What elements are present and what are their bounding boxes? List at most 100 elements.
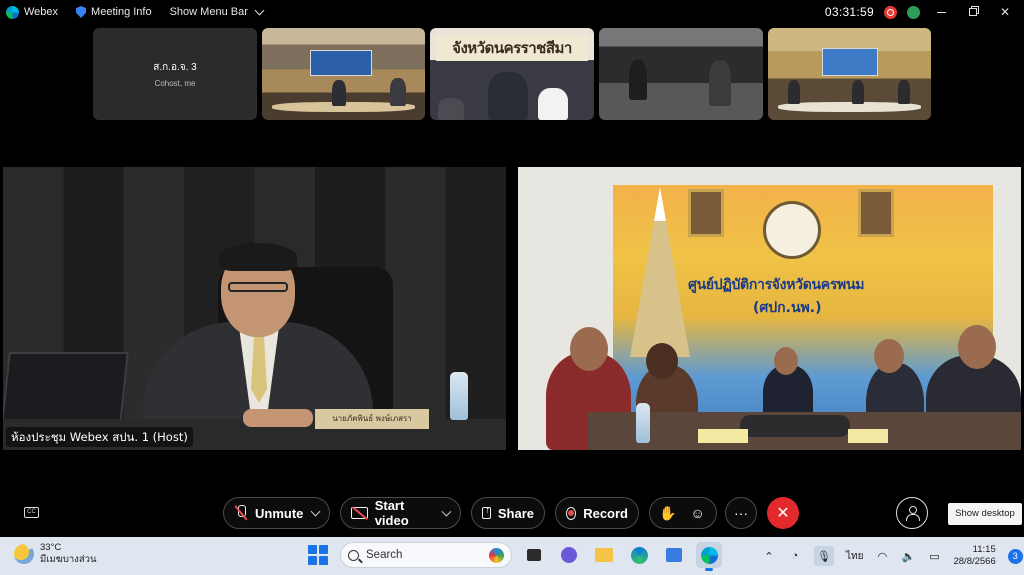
record-label: Record xyxy=(583,505,628,521)
language-indicator[interactable]: ไทย xyxy=(846,549,863,564)
webex-taskbar-button[interactable] xyxy=(696,542,722,571)
chat-icon xyxy=(561,547,577,563)
participant-head xyxy=(958,325,996,369)
chevron-up-icon[interactable]: ⌃ xyxy=(762,549,776,563)
participants-button[interactable] xyxy=(896,497,928,529)
participant-figure xyxy=(852,80,864,104)
store-icon xyxy=(666,548,682,562)
province-seal xyxy=(763,201,821,259)
laptop xyxy=(3,352,129,424)
meeting-info-button[interactable]: Meeting Info xyxy=(76,6,152,18)
title-bar: Webex Meeting Info Show Menu Bar 03:31:5… xyxy=(0,0,1024,24)
self-name: ส.ก.อ.จ. 3 xyxy=(153,62,197,73)
participant-head xyxy=(570,327,608,371)
recording-indicator-icon[interactable] xyxy=(884,5,897,19)
meeting-info-label: Meeting Info xyxy=(91,6,152,18)
operations-center-abbrev: (ศปก.นพ.) xyxy=(753,300,822,316)
folder-icon xyxy=(595,548,613,562)
chevron-down-icon[interactable] xyxy=(441,506,452,516)
start-button[interactable] xyxy=(305,542,331,568)
operations-center-title: ศูนย์ปฏิบัติการจังหวัดนครพนม xyxy=(688,277,865,293)
room-screen xyxy=(310,50,372,76)
participant-figure xyxy=(629,60,647,100)
participant-head xyxy=(646,343,678,379)
webex-icon xyxy=(700,546,718,564)
store-button[interactable] xyxy=(661,542,687,568)
minimize-icon xyxy=(936,11,946,13)
self-role: Cohost, me xyxy=(154,79,196,88)
app-name: Webex xyxy=(24,6,59,18)
remote-room-video-tile[interactable]: ศูนย์ปฏิบัติการจังหวัดนครพนม (ศปก.นพ.) xyxy=(518,167,1021,450)
microphone-in-use-icon[interactable]: 🎙 xyxy=(814,546,834,566)
chevron-down-icon[interactable] xyxy=(310,506,321,516)
raise-hand-icon[interactable]: ✋ xyxy=(659,505,676,522)
chevron-down-icon xyxy=(254,5,265,15)
close-button[interactable]: ✕ xyxy=(994,3,1016,21)
royal-portrait-left xyxy=(688,189,724,237)
start-video-label: Start video xyxy=(374,498,409,528)
reactions-group: ✋ ☺ xyxy=(649,497,717,529)
speaker-muted-icon[interactable]: 🔈 xyxy=(901,549,916,563)
taskbar-date: 28/8/2566 xyxy=(953,556,996,567)
reactions-icon[interactable]: ☺ xyxy=(690,505,704,521)
participant-thumbnail-4[interactable] xyxy=(768,28,931,120)
participant-thumbnail-3[interactable] xyxy=(599,28,763,120)
notification-badge[interactable]: 3 xyxy=(1007,548,1023,564)
task-view-button[interactable] xyxy=(521,542,547,568)
leave-meeting-button[interactable]: ✕ xyxy=(767,497,799,529)
minimize-button[interactable] xyxy=(930,3,952,21)
show-menu-bar-label: Show Menu Bar xyxy=(169,6,248,18)
edge-browser-button[interactable] xyxy=(626,542,652,568)
more-options-button[interactable]: ··· xyxy=(725,497,757,529)
bing-icon[interactable] xyxy=(489,547,504,563)
restore-icon xyxy=(969,8,977,16)
microphone-muted-icon xyxy=(234,505,248,521)
search-placeholder: Search xyxy=(366,549,403,561)
wifi-icon[interactable]: ◠ xyxy=(875,549,889,563)
participant-thumbnail-2[interactable]: จังหวัดนครราชสีมา xyxy=(430,28,594,120)
taskbar-time: 11:15 xyxy=(972,544,996,555)
camera-off-icon xyxy=(351,507,368,519)
taskbar-search[interactable]: Search xyxy=(340,542,512,568)
captions-icon[interactable]: CC xyxy=(24,507,39,518)
name-card xyxy=(848,429,888,443)
windows-taskbar: 33°C มีเมฆบางส่วน Search ⌃ ◔ 🎙 ไทย ◠ 🔈 ▭… xyxy=(0,537,1024,575)
task-view-icon xyxy=(527,549,541,561)
host-video-tile[interactable]: นายภัคพินธ์ พงษ์เภสรา ห้องประชุม Webex ส… xyxy=(3,167,506,450)
taskbar-clock[interactable]: 11:15 28/8/2566 xyxy=(953,544,995,568)
conference-speakerphone xyxy=(740,415,850,437)
self-view-tile[interactable]: ส.ก.อ.จ. 3 Cohost, me xyxy=(93,28,257,120)
close-icon: ✕ xyxy=(776,505,790,522)
record-button[interactable]: Record xyxy=(555,497,639,529)
participant-thumbnail-1[interactable] xyxy=(262,28,425,120)
speaker-hair xyxy=(219,243,297,271)
room-screen xyxy=(822,48,878,76)
close-icon: ✕ xyxy=(999,5,1011,19)
network-stats-icon[interactable] xyxy=(907,5,920,19)
participants-icon xyxy=(906,506,920,521)
app-menu[interactable]: Webex xyxy=(6,5,59,19)
weather-description: มีเมฆบางส่วน xyxy=(40,554,97,565)
unmute-button[interactable]: Unmute xyxy=(223,497,330,529)
participant-figure xyxy=(488,72,528,120)
start-video-button[interactable]: Start video xyxy=(340,497,461,529)
water-bottle xyxy=(636,403,650,443)
file-explorer-button[interactable] xyxy=(591,542,617,568)
share-label: Share xyxy=(497,505,534,521)
share-button[interactable]: Share xyxy=(471,497,545,529)
partly-cloudy-icon xyxy=(14,544,34,564)
battery-icon[interactable]: ▭ xyxy=(927,549,941,563)
show-menu-bar-button[interactable]: Show Menu Bar xyxy=(169,5,265,18)
restore-button[interactable] xyxy=(962,3,984,21)
speaker-glasses xyxy=(228,282,288,292)
speaker-nameplate: นายภัคพินธ์ พงษ์เภสรา xyxy=(315,409,429,429)
water-bottle xyxy=(450,372,468,420)
participant-head xyxy=(874,339,904,373)
edge-icon xyxy=(630,546,648,564)
weather-widget[interactable]: 33°C มีเมฆบางส่วน xyxy=(14,542,96,566)
participant-figure xyxy=(538,88,568,120)
webex-tray-icon[interactable]: ◔ xyxy=(788,549,802,563)
active-indicator xyxy=(705,568,713,571)
webex-logo-icon xyxy=(6,5,19,19)
teams-chat-button[interactable] xyxy=(556,542,582,568)
